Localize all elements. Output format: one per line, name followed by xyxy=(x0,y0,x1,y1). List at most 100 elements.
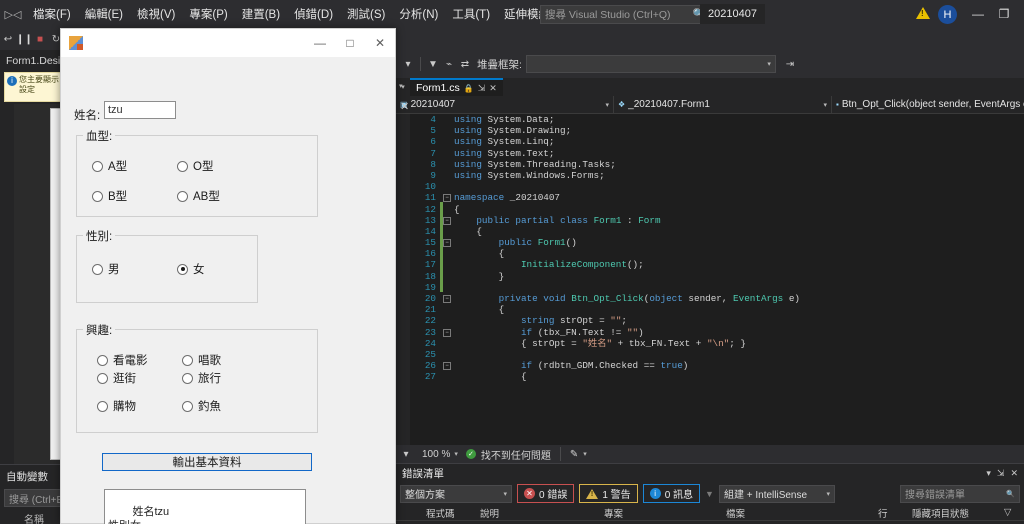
chevron-down-icon: ▾ xyxy=(767,61,771,68)
line-number: 8 xyxy=(430,158,436,170)
radio-label: 男 xyxy=(108,264,120,276)
menu-item-view[interactable]: 檢視(V) xyxy=(130,2,182,26)
warnings-filter-button[interactable]: 1 警告 xyxy=(579,484,638,503)
restore-button[interactable]: ❐ xyxy=(992,4,1016,24)
col-suppression[interactable]: 隱藏項目狀態 xyxy=(908,506,1000,520)
info-circle-icon: i xyxy=(649,488,661,499)
messages-filter-button[interactable]: i 0 訊息 xyxy=(642,484,701,503)
menu-item-file[interactable]: 檔案(F) xyxy=(26,2,78,26)
menu-item-project[interactable]: 專案(P) xyxy=(182,2,234,26)
pause-icon[interactable]: ❙❙ xyxy=(16,34,33,45)
fold-icon[interactable]: − xyxy=(443,194,451,203)
radio-hobby-shopping-street[interactable]: 逛街 xyxy=(97,370,136,386)
fold-icon[interactable]: − xyxy=(443,295,451,303)
avatar[interactable]: H xyxy=(938,5,957,24)
menu-item-build[interactable]: 建置(B) xyxy=(235,2,287,26)
pin-icon[interactable]: ⇲ xyxy=(478,83,486,94)
nav-project-combo[interactable]: ▣ 20210407 ▾ xyxy=(396,95,614,114)
radio-blood-o[interactable]: O型 xyxy=(177,158,213,174)
code-text: { xyxy=(454,203,460,215)
close-icon[interactable]: ✕ xyxy=(489,83,497,94)
nav-member-combo[interactable]: ▪ Btn_Opt_Click(object sender, EventArgs… xyxy=(832,96,1024,114)
fold-icon[interactable]: − xyxy=(443,362,451,371)
radio-gender-female[interactable]: 女 xyxy=(177,261,205,277)
chevron-down-icon[interactable]: ▾ xyxy=(400,59,416,70)
col-file[interactable]: 檔案 xyxy=(722,506,874,520)
menu-item-edit[interactable]: 編輯(E) xyxy=(78,2,130,26)
chevron-down-icon[interactable]: ▾ xyxy=(398,449,414,460)
winform-maximize-button[interactable]: □ xyxy=(335,29,365,57)
minimize-button[interactable]: — xyxy=(966,4,990,24)
radio-blood-b[interactable]: B型 xyxy=(92,188,127,204)
zoom-level-combo[interactable]: 100 % ▾ xyxy=(419,448,461,460)
undo-icon[interactable]: ↩ xyxy=(0,34,16,45)
radio-hobby-buying[interactable]: 購物 xyxy=(97,398,136,414)
code-line: 16 { xyxy=(396,248,1024,259)
radio-hobby-sing[interactable]: 唱歌 xyxy=(182,352,221,368)
submit-button[interactable]: 輸出基本資料 xyxy=(102,453,312,471)
error-source-combo[interactable]: 組建 + IntelliSense ▾ xyxy=(718,484,835,503)
radio-blood-a[interactable]: A型 xyxy=(92,158,127,174)
menu-item-tools[interactable]: 工具(T) xyxy=(445,2,497,26)
designer-close-icon[interactable]: ✕ xyxy=(400,100,409,113)
pin-icon[interactable]: ⇲ xyxy=(997,468,1005,479)
stack-frame-label: 堆疊框架: xyxy=(477,58,522,71)
name-input[interactable]: tzu xyxy=(104,101,176,119)
nav-class-label: _20210407.Form1 xyxy=(628,99,710,110)
step-icon[interactable]: ⇄ xyxy=(457,59,473,70)
class-icon: ❖ xyxy=(618,100,626,109)
error-list-title: 錯誤清單 xyxy=(402,467,444,480)
fold-icon[interactable]: − xyxy=(443,216,451,225)
collapse-icon[interactable]: ⇥ xyxy=(782,59,798,70)
menu-item-debug[interactable]: 偵錯(D) xyxy=(287,2,340,26)
stop-icon[interactable]: ■ xyxy=(32,34,48,45)
close-icon[interactable]: ✕ xyxy=(1010,468,1018,479)
tab-label: Form1.cs xyxy=(416,82,460,94)
winform-close-button[interactable]: ✕ xyxy=(365,29,395,57)
radio-blood-ab[interactable]: AB型 xyxy=(177,188,220,204)
output-textbox[interactable]: 姓名tzu 性別女 xyxy=(104,489,306,524)
errors-filter-button[interactable]: ✕ 0 錯誤 xyxy=(517,484,575,503)
code-editor[interactable]: 4 using System.Data; 5 using System.Drawing… xyxy=(396,114,1024,445)
radio-hobby-travel[interactable]: 旅行 xyxy=(182,370,221,386)
radio-hobby-fishing[interactable]: 釣魚 xyxy=(182,398,221,414)
minimize-icon: — xyxy=(972,7,984,21)
stack-frame-combo[interactable]: ▾ xyxy=(525,55,776,73)
code-line: 19 xyxy=(396,282,1024,293)
code-text: { xyxy=(454,304,505,316)
radio-label: AB型 xyxy=(193,191,220,203)
chevron-down-icon[interactable]: ▾ xyxy=(583,450,587,458)
chevron-down-icon[interactable]: ▾ xyxy=(986,468,991,479)
nav-class-combo[interactable]: ❖ _20210407.Form1 ▾ xyxy=(614,95,832,114)
line-number: 15 xyxy=(424,237,436,249)
col-description[interactable]: 說明 xyxy=(476,506,600,520)
fold-icon[interactable]: − xyxy=(443,239,451,248)
code-line: 13− public partial class Form1 : Form xyxy=(396,215,1024,226)
radio-gender-male[interactable]: 男 xyxy=(92,261,120,277)
filter-icon[interactable]: ▼ xyxy=(425,59,441,70)
menu-item-test[interactable]: 測試(S) xyxy=(340,2,392,26)
col-code[interactable]: 程式碼 xyxy=(422,506,476,520)
thread-icon[interactable]: ⌁ xyxy=(441,59,457,70)
vs-window: ▷◁ 檔案(F) 編輯(E) 檢視(V) 專案(P) 建置(B) 偵錯(D) 測… xyxy=(0,0,1024,524)
blood-type-group-label: 血型: xyxy=(83,128,116,144)
filter-icon[interactable]: ▼ xyxy=(705,489,714,499)
tab-overflow-icon[interactable]: ▾ xyxy=(399,82,403,90)
vs-search-box[interactable]: 搜尋 Visual Studio (Ctrl+Q) 🔍 xyxy=(540,5,710,24)
warning-triangle-icon[interactable] xyxy=(916,7,930,19)
col-project[interactable]: 專案 xyxy=(600,506,722,520)
fold-icon[interactable]: − xyxy=(443,328,451,337)
col-line[interactable]: 行 xyxy=(874,506,908,520)
filter-icon[interactable]: ▽ xyxy=(1000,507,1016,518)
code-line: 8 using System.Threading.Tasks; xyxy=(396,159,1024,170)
error-search-input[interactable]: 搜尋錯誤清單 🔍 xyxy=(900,484,1020,503)
tab-form1-cs[interactable]: Form1.cs 🔒 ⇲ ✕ xyxy=(410,78,503,96)
error-list-title-bar: 錯誤清單 ▾ ⇲ ✕ xyxy=(396,464,1024,482)
radio-hobby-movie[interactable]: 看電影 xyxy=(97,352,148,368)
error-scope-combo[interactable]: 整個方案 ▾ xyxy=(400,484,512,503)
winform-minimize-button[interactable]: — xyxy=(305,29,335,57)
radio-label: 逛街 xyxy=(113,373,136,385)
menu-item-analyze[interactable]: 分析(N) xyxy=(392,2,445,26)
solution-name-badge: 20210407 xyxy=(700,4,765,24)
pencil-icon[interactable]: ✎ xyxy=(570,449,578,460)
